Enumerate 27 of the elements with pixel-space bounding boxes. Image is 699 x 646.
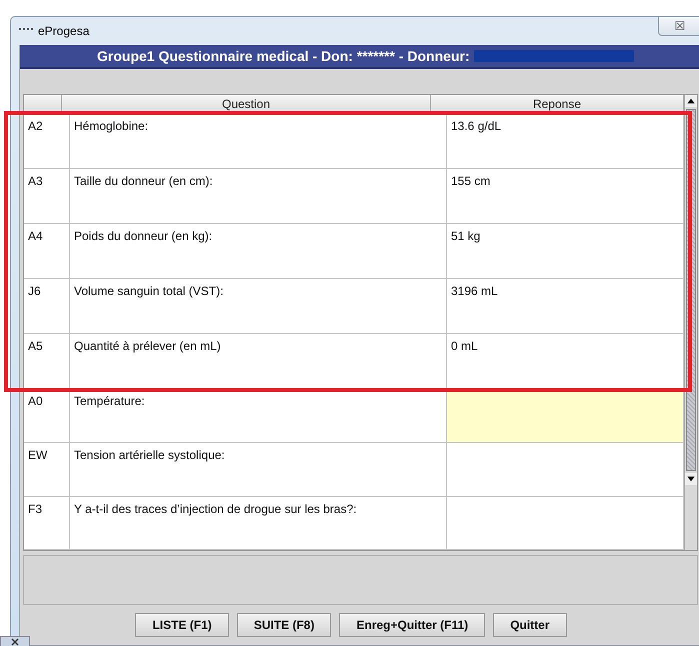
question-cell: Tension artérielle systolique: bbox=[70, 442, 447, 496]
action-button[interactable]: Quitter bbox=[493, 613, 567, 637]
form-title: Groupe1 Questionnaire medical - Don: ******* - Donneur: bbox=[97, 48, 470, 64]
question-cell: Poids du donneur (en kg): bbox=[70, 224, 447, 278]
window-title: eProgesa bbox=[38, 24, 90, 38]
code-cell: EW bbox=[24, 442, 70, 496]
question-cell: Quantité à prélever (en mL) bbox=[70, 334, 447, 388]
code-cell: A4 bbox=[24, 224, 70, 278]
code-cell: F3 bbox=[24, 496, 70, 550]
close-button[interactable]: ☒ bbox=[658, 16, 699, 36]
code-cell: A5 bbox=[24, 334, 70, 388]
column-header: Question bbox=[62, 95, 431, 114]
code-cell: J6 bbox=[24, 279, 70, 334]
question-cell: Hémoglobine: bbox=[70, 114, 447, 168]
action-button[interactable]: SUITE (F8) bbox=[236, 613, 332, 637]
code-cell: A0 bbox=[24, 389, 70, 442]
question-cell: Taille du donneur (en cm): bbox=[70, 169, 447, 224]
code-cell: A3 bbox=[24, 169, 70, 224]
code-cell: A2 bbox=[24, 114, 70, 168]
action-button[interactable]: Enreg+Quitter (F11) bbox=[339, 613, 486, 637]
scroll-up-icon[interactable] bbox=[685, 95, 697, 107]
question-cell: Volume sanguin total (VST): bbox=[70, 279, 447, 334]
scroll-down-icon[interactable] bbox=[685, 473, 697, 485]
answer-cell[interactable] bbox=[447, 389, 684, 442]
question-cell: Y a-t-il des traces d’injection de drogue sur les bras?: bbox=[70, 496, 447, 550]
action-button[interactable]: LISTE (F1) bbox=[135, 613, 229, 637]
close-icon[interactable] bbox=[0, 636, 30, 646]
